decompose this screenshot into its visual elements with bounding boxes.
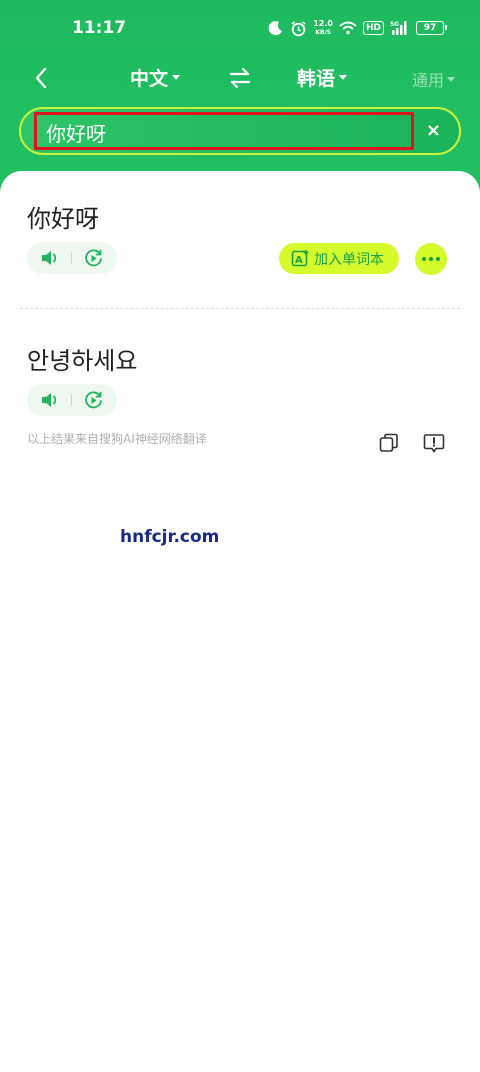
source-language-selector[interactable]: 中文 <box>130 64 181 91</box>
replay-icon[interactable] <box>83 248 104 269</box>
source-text: 你好呀 <box>27 205 99 233</box>
add-word-label: 加入单词本 <box>314 251 384 268</box>
status-bar: 11:17 12.0 KB/S HD 5G 97 <box>0 0 480 56</box>
target-language-label: 韩语 <box>297 68 336 90</box>
add-word-icon: A <box>291 250 309 267</box>
clear-button[interactable]: × <box>426 122 441 140</box>
mode-selector[interactable]: 通用 <box>412 67 456 91</box>
svg-text:A: A <box>295 255 303 266</box>
divider <box>20 308 460 309</box>
watermark: hnfcjr.com <box>120 527 220 547</box>
search-bar[interactable]: 你好呀 × <box>19 107 461 155</box>
add-to-wordbook-button[interactable]: A 加入单词本 <box>279 243 399 274</box>
more-dot <box>422 257 426 261</box>
speed-value: 12.0 <box>313 18 333 28</box>
translate-toolbar: 中文 韩语 通用 <box>0 56 480 100</box>
speaker-icon[interactable] <box>40 391 60 409</box>
moon-icon <box>268 20 284 36</box>
speaker-icon[interactable] <box>40 249 60 267</box>
target-audio-controls <box>27 384 117 416</box>
replay-icon[interactable] <box>83 390 104 411</box>
more-options-button[interactable] <box>415 243 447 275</box>
separator <box>71 252 72 264</box>
report-icon[interactable] <box>423 432 445 454</box>
more-dot <box>429 257 433 261</box>
battery-icon: 97 <box>416 21 447 35</box>
caret-down-icon <box>447 76 456 82</box>
wifi-icon <box>339 21 357 35</box>
status-time: 11:17 <box>72 18 127 38</box>
status-icons: 12.0 KB/S HD 5G 97 <box>268 16 447 40</box>
more-dot <box>436 257 440 261</box>
network-speed: 12.0 KB/S <box>313 18 333 37</box>
result-card: 你好呀 A 加入单词本 안녕하세요 以上结果来自搜狗AI神经网络翻译 hnfcj… <box>0 171 480 1072</box>
caret-down-icon <box>172 75 181 80</box>
alarm-icon <box>290 20 307 37</box>
source-language-label: 中文 <box>130 68 169 90</box>
back-arrow-icon <box>35 67 47 89</box>
caret-down-icon <box>339 75 348 80</box>
swap-languages-button[interactable] <box>226 64 254 92</box>
translation-text: 안녕하세요 <box>27 347 138 375</box>
source-audio-controls <box>27 242 117 274</box>
mode-label: 通用 <box>412 71 445 90</box>
attribution-text: 以上结果来自搜狗AI神经网络翻译 <box>27 432 207 446</box>
separator <box>71 394 72 406</box>
hd-badge: HD <box>362 21 384 35</box>
svg-text:5G: 5G <box>390 21 399 28</box>
signal-icon: 5G <box>390 20 410 36</box>
back-button[interactable] <box>28 64 56 92</box>
search-input[interactable]: 你好呀 <box>46 118 106 147</box>
target-language-selector[interactable]: 韩语 <box>297 64 348 91</box>
speed-unit: KB/S <box>315 28 331 36</box>
swap-icon <box>229 67 251 89</box>
copy-icon[interactable] <box>378 432 400 454</box>
